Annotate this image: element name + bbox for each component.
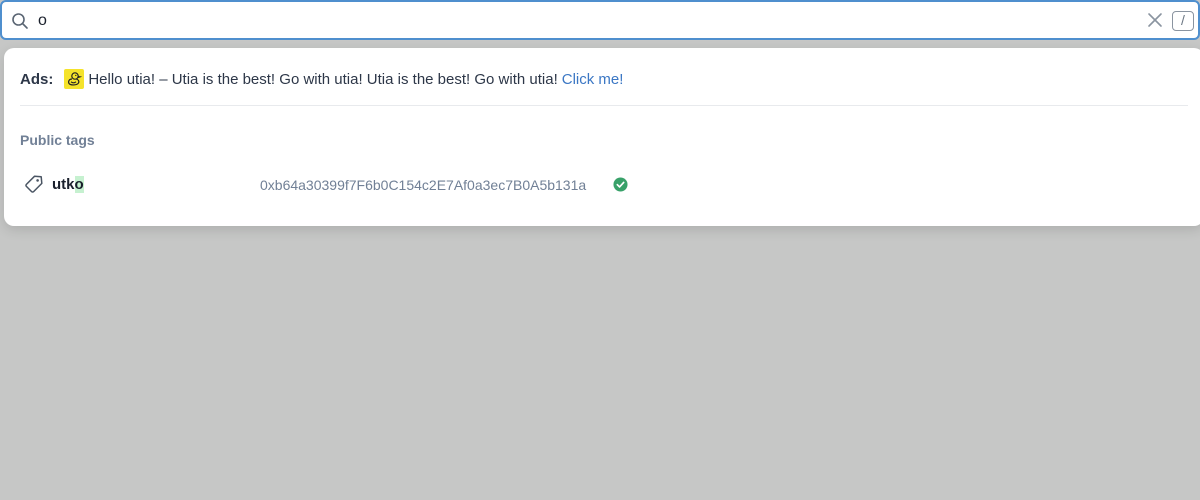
keyboard-shortcut-hint: / — [1172, 11, 1194, 31]
public-tags-heading: Public tags — [20, 132, 95, 148]
ad-text: Hello utia! – Utia is the best! Go with … — [88, 70, 558, 88]
divider — [20, 105, 1188, 106]
search-icon — [12, 13, 28, 29]
tag-name-match-highlight: o — [74, 176, 84, 193]
ad-click-link[interactable]: Click me! — [562, 71, 624, 88]
tag-name-prefix: utk — [52, 176, 75, 193]
duck-logo-icon — [64, 69, 85, 89]
tag-address: 0xb64a30399f7F6b0C154c2E7Af0a3ec7B0A5b13… — [260, 177, 587, 193]
search-input[interactable] — [38, 8, 1128, 34]
tag-name: utko — [52, 176, 84, 193]
public-tag-result[interactable]: utko 0xb64a30399f7F6b0C154c2E7Af0a3ec7B0… — [20, 172, 1180, 198]
tag-icon — [25, 175, 43, 193]
search-results-dropdown: Ads: Hello utia! – Utia is the best! Go … — [4, 48, 1200, 226]
search-bar[interactable]: / — [0, 0, 1200, 40]
ad-label: Ads: — [20, 70, 54, 88]
ad-banner: Ads: Hello utia! – Utia is the best! Go … — [20, 68, 623, 90]
clear-icon[interactable] — [1146, 11, 1164, 29]
verified-check-icon — [613, 177, 628, 192]
